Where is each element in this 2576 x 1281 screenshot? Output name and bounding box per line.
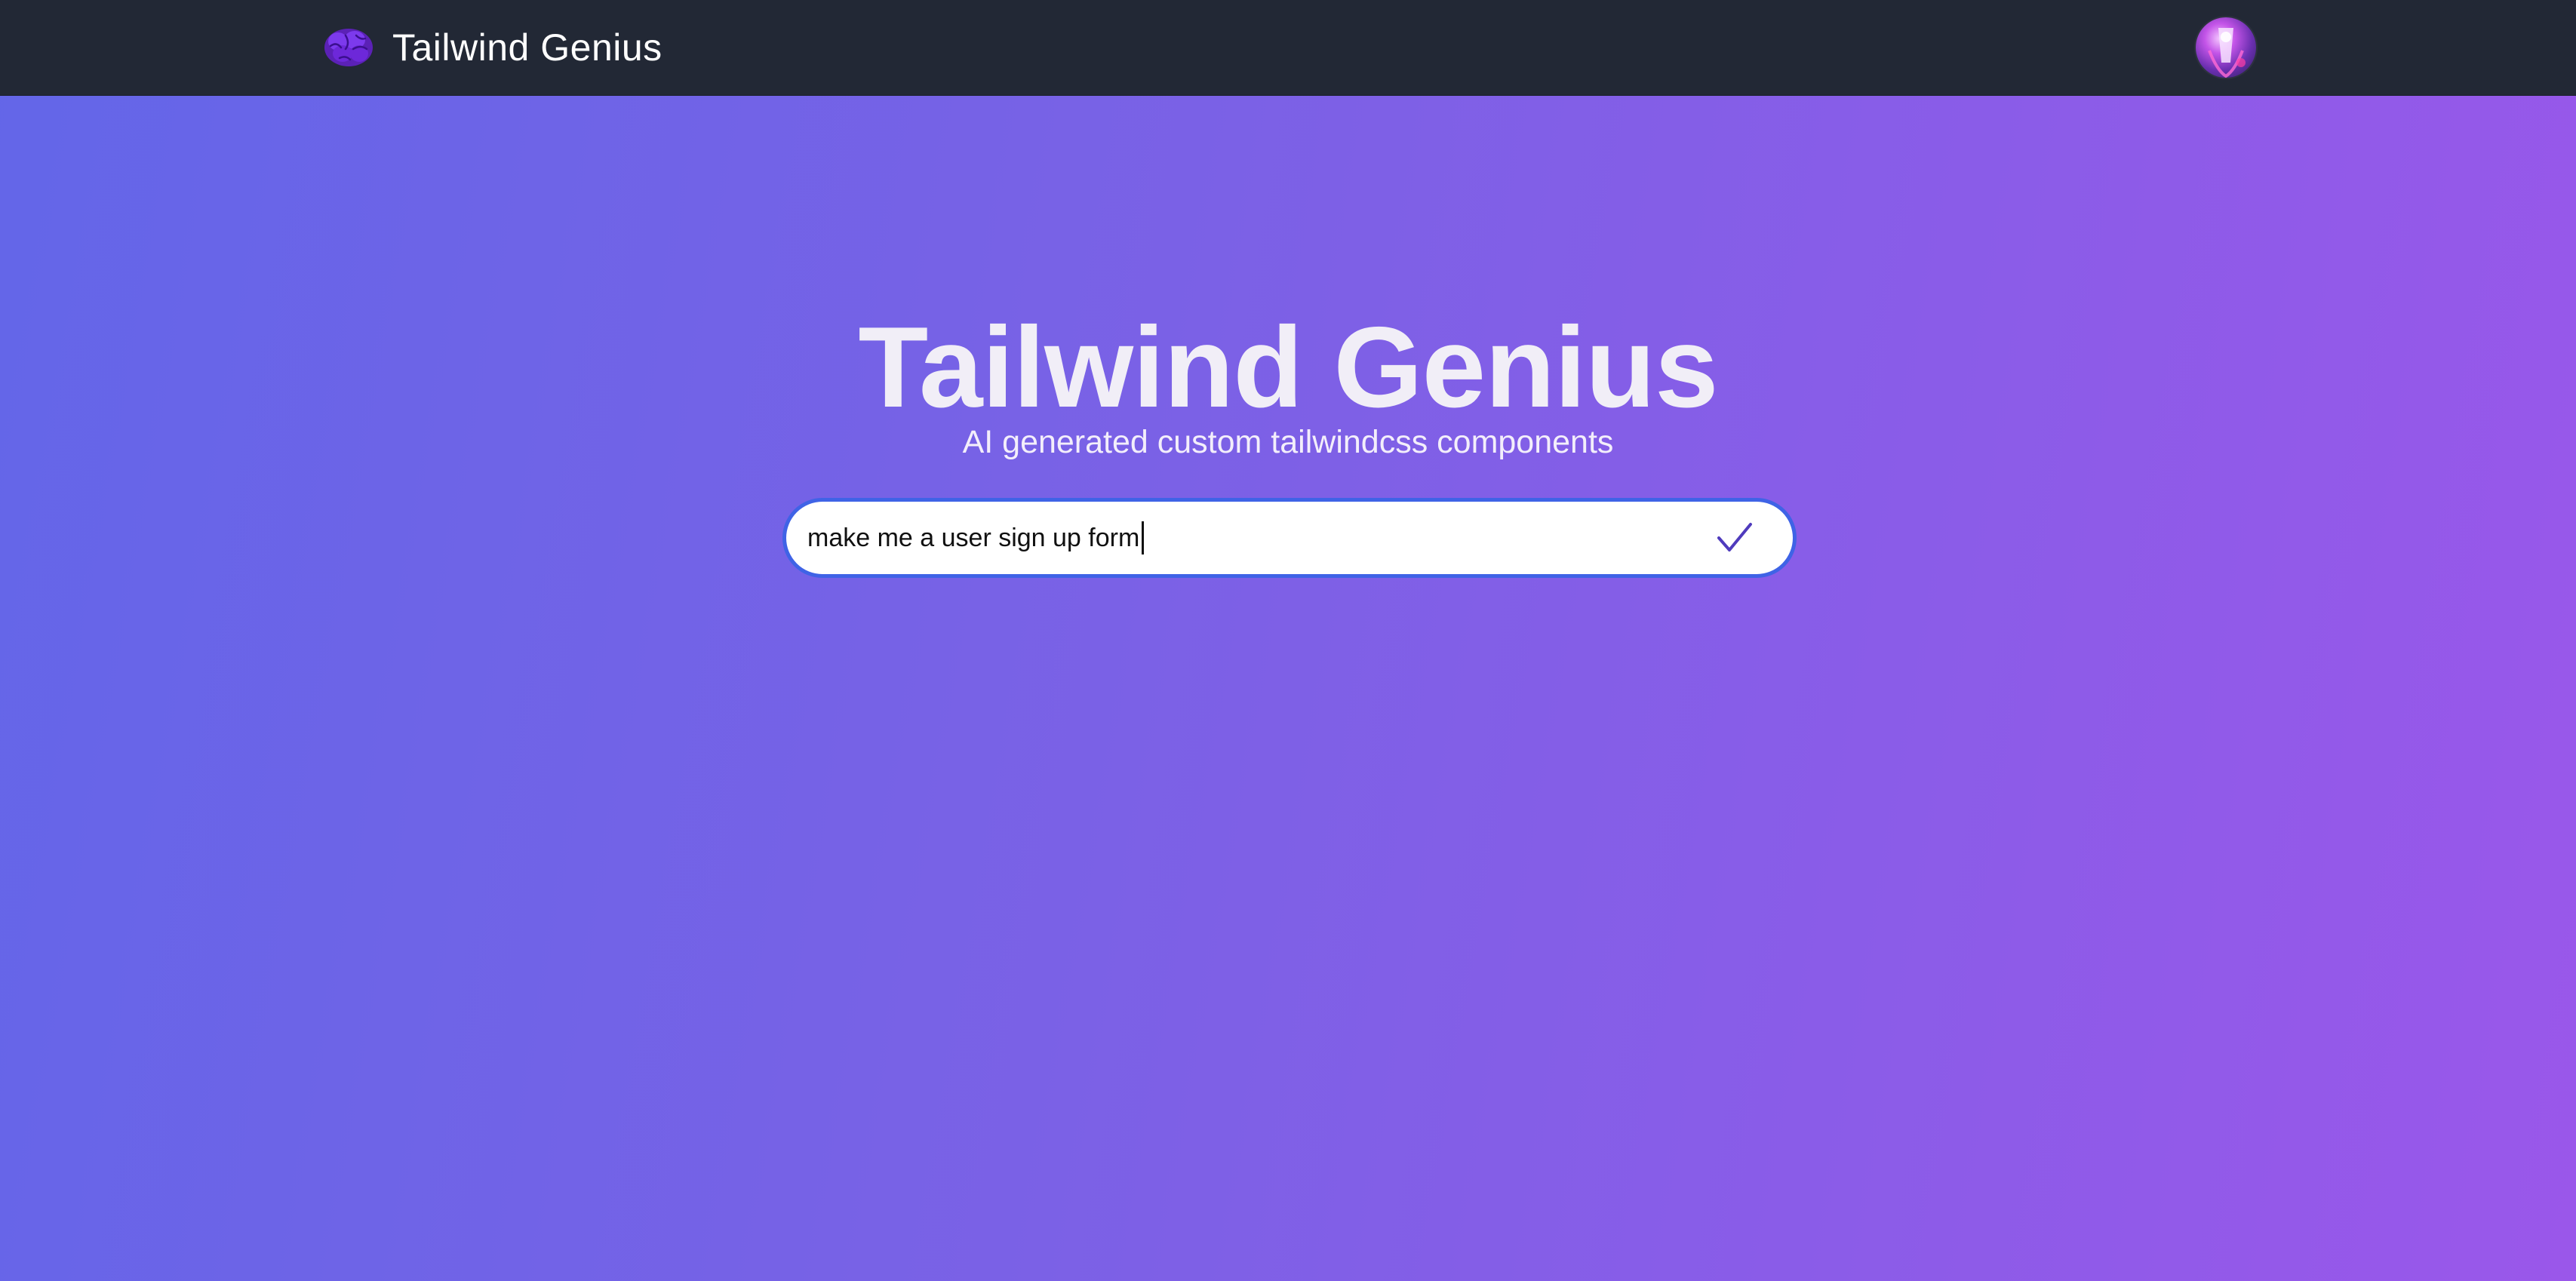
avatar-image <box>2208 28 2246 78</box>
brand-name: Tailwind Genius <box>392 26 662 69</box>
checkmark-icon <box>1717 523 1752 551</box>
top-navbar: Tailwind Genius <box>0 0 2576 96</box>
brain-icon <box>324 29 373 66</box>
page-title: Tailwind Genius <box>858 303 1718 432</box>
submit-button[interactable] <box>1705 509 1763 567</box>
text-caret <box>1142 521 1144 554</box>
brand-link[interactable]: Tailwind Genius <box>323 23 662 72</box>
prompt-input[interactable] <box>807 502 1637 574</box>
prompt-form <box>782 498 1797 578</box>
page-subtitle: AI generated custom tailwindcss componen… <box>962 424 1614 460</box>
user-avatar[interactable] <box>2196 17 2256 78</box>
